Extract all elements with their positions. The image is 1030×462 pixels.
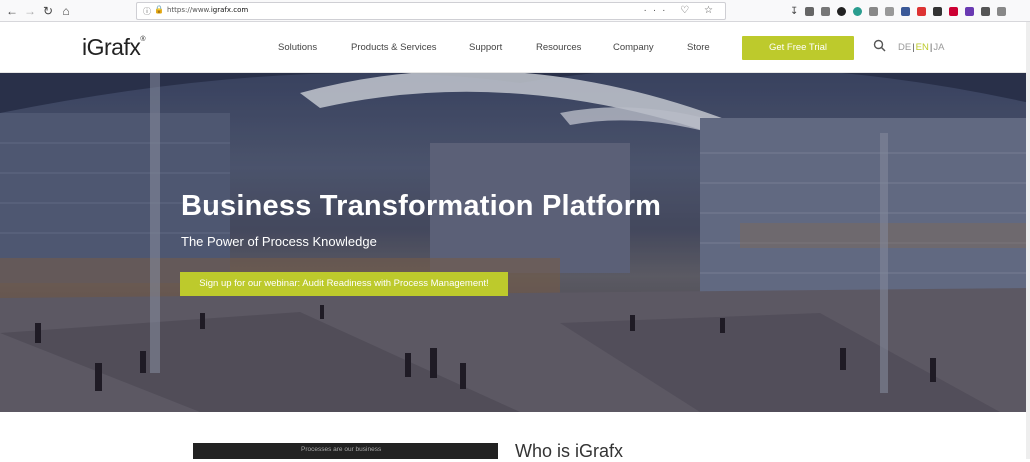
search-icon[interactable] <box>873 39 887 53</box>
extension-icon[interactable] <box>901 6 911 16</box>
lang-de[interactable]: DE <box>898 42 911 53</box>
extension-icons: ↧ ☰ <box>790 4 1030 18</box>
nav-solutions[interactable]: Solutions <box>278 42 317 53</box>
download-icon[interactable]: ↧ <box>790 6 798 17</box>
overview-video[interactable]: Processes are our business <box>193 443 498 459</box>
extension-icon[interactable] <box>853 6 863 16</box>
video-caption: Processes are our business <box>301 446 382 453</box>
extension-icon[interactable] <box>837 6 847 16</box>
language-switcher: DE|EN|JA <box>898 42 945 53</box>
hero-banner: Business Transformation Platform The Pow… <box>0 73 1030 412</box>
extension-icon[interactable] <box>869 6 879 16</box>
nav-support[interactable]: Support <box>469 42 502 53</box>
extension-icon[interactable] <box>933 6 943 16</box>
lang-en[interactable]: EN <box>916 42 929 53</box>
info-icon[interactable]: ⓘ <box>143 6 151 17</box>
igrafx-logo[interactable]: iGrafx® <box>82 34 145 61</box>
browser-toolbar: ← → ↻ ⌂ ⓘ 🔒 https://www.igrafx.com ··· ♡… <box>0 0 1030 22</box>
lock-icon: 🔒 <box>154 5 164 14</box>
library-icon[interactable] <box>805 6 815 16</box>
reload-icon[interactable]: ↻ <box>40 3 56 19</box>
home-icon[interactable]: ⌂ <box>58 3 74 19</box>
extension-icon[interactable] <box>997 6 1007 16</box>
page-actions-icons[interactable]: ··· ♡ ☆ <box>644 5 719 16</box>
url-bar[interactable]: ⓘ 🔒 https://www.igrafx.com ··· ♡ ☆ <box>136 2 726 20</box>
forward-icon[interactable]: → <box>22 3 38 19</box>
extension-icon[interactable] <box>965 6 975 16</box>
hero-subtitle: The Power of Process Knowledge <box>181 234 377 249</box>
hero-title: Business Transformation Platform <box>181 190 662 222</box>
nav-products-services[interactable]: Products & Services <box>351 42 437 53</box>
get-free-trial-button[interactable]: Get Free Trial <box>742 36 854 60</box>
airport-plaza-photo <box>0 73 1030 412</box>
webinar-signup-button[interactable]: Sign up for our webinar: Audit Readiness… <box>180 272 508 296</box>
sidebar-icon[interactable] <box>821 6 831 16</box>
extension-icon[interactable] <box>949 6 959 16</box>
page-scrollbar[interactable] <box>1026 22 1030 459</box>
extension-icon[interactable] <box>885 6 895 16</box>
nav-company[interactable]: Company <box>613 42 654 53</box>
back-icon[interactable]: ← <box>4 3 20 19</box>
lang-ja[interactable]: JA <box>933 42 944 53</box>
extension-icon[interactable] <box>917 6 927 16</box>
nav-store[interactable]: Store <box>687 42 710 53</box>
nav-resources[interactable]: Resources <box>536 42 581 53</box>
site-header: iGrafx® Solutions Products & Services Su… <box>0 22 1030 73</box>
extension-icon[interactable] <box>981 6 991 16</box>
url-text[interactable]: https://www.igrafx.com <box>167 6 248 14</box>
